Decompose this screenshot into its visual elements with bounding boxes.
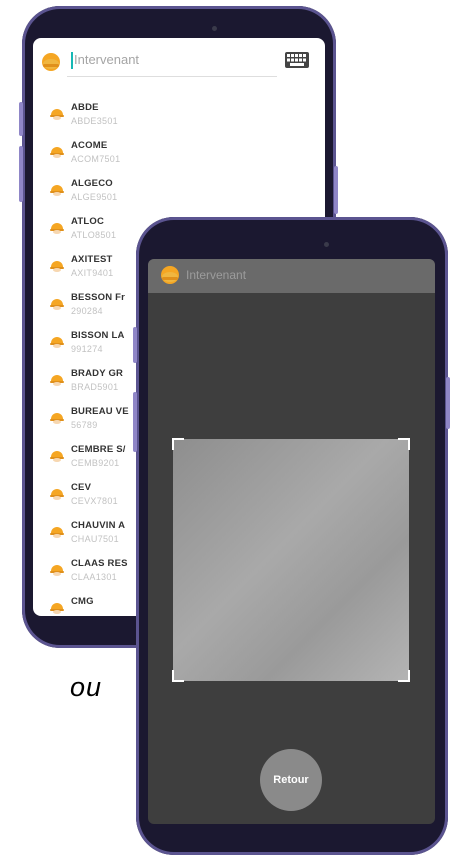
item-code: CEVX7801 <box>71 496 118 506</box>
item-name: BRADY GR <box>71 368 124 379</box>
viewfinder-corner <box>398 670 410 682</box>
item-code: CEMB9201 <box>71 458 120 468</box>
phone-side-button <box>334 166 338 214</box>
helmet-icon <box>50 147 64 158</box>
helmet-icon <box>42 53 60 71</box>
item-code: ATLO8501 <box>71 230 117 240</box>
helmet-icon <box>50 527 64 538</box>
helmet-icon <box>50 413 64 424</box>
search-underline <box>67 76 277 77</box>
item-name: AXITEST <box>71 254 113 265</box>
camera-icon <box>212 26 217 31</box>
helmet-icon <box>50 109 64 120</box>
camera-icon <box>324 242 329 247</box>
viewfinder-corner <box>398 438 410 450</box>
item-code: CLAA1301 <box>71 572 117 582</box>
item-name: ATLOC <box>71 216 105 227</box>
phone-side-button <box>133 392 137 452</box>
item-code: 991274 <box>71 344 103 354</box>
item-name: CLAAS RES <box>71 558 128 569</box>
item-code: ABDE3501 <box>71 116 118 126</box>
item-code: BRAD5901 <box>71 382 119 392</box>
top-bar: Intervenant <box>148 259 435 293</box>
item-name: ACOME <box>71 140 108 151</box>
list-item[interactable]: ALGECO ALGE9501 <box>33 172 325 210</box>
helmet-icon <box>50 375 64 386</box>
item-name: BUREAU VE <box>71 406 129 417</box>
item-name: ABDE <box>71 102 99 113</box>
item-name: CHAUVIN A <box>71 520 126 531</box>
item-name: BESSON Fr <box>71 292 126 303</box>
helmet-icon <box>50 223 64 234</box>
phone-side-button <box>446 377 450 429</box>
phone-side-button <box>19 102 23 136</box>
scanner-viewfinder <box>172 438 410 682</box>
screen-title: Intervenant <box>186 268 247 282</box>
list-item[interactable]: ABDE ABDE3501 <box>33 96 325 134</box>
helmet-icon <box>50 299 64 310</box>
item-code: AXIT9401 <box>71 268 114 278</box>
helmet-icon <box>50 603 64 614</box>
item-code: ALGE9501 <box>71 192 118 202</box>
item-name: CEV <box>71 482 92 493</box>
keyboard-icon[interactable] <box>285 52 309 68</box>
back-button[interactable]: Retour <box>260 749 322 811</box>
helmet-icon <box>50 261 64 272</box>
item-code: 290284 <box>71 306 103 316</box>
separator-text: ou <box>70 672 103 702</box>
text-cursor <box>71 52 73 69</box>
phone-side-button <box>133 327 137 363</box>
helmet-icon <box>50 337 64 348</box>
search-header: Intervenant <box>33 38 325 86</box>
list-item[interactable]: ACOME ACOM7501 <box>33 134 325 172</box>
item-code: CHAU7501 <box>71 534 119 544</box>
item-code: ACOM7501 <box>71 154 121 164</box>
viewfinder-corner <box>172 670 184 682</box>
helmet-icon <box>50 185 64 196</box>
helmet-icon <box>161 266 179 284</box>
scan-screen: Intervenant Retour <box>148 259 435 824</box>
item-name: CEMBRE S/ <box>71 444 126 455</box>
item-code: 56789 <box>71 420 98 430</box>
phone-scan: Intervenant Retour <box>133 217 450 855</box>
phone-side-button <box>19 146 23 202</box>
viewfinder-corner <box>172 438 184 450</box>
item-name: BISSON LA <box>71 330 125 341</box>
helmet-icon <box>50 565 64 576</box>
item-name: CMG <box>71 596 94 607</box>
helmet-icon <box>50 489 64 500</box>
item-name: ALGECO <box>71 178 113 189</box>
search-input[interactable]: Intervenant <box>74 52 139 67</box>
helmet-icon <box>50 451 64 462</box>
